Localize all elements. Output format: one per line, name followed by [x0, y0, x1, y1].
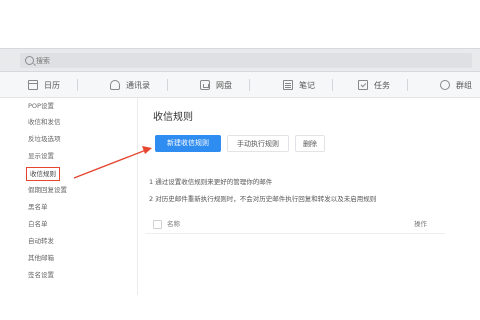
app-label: 群组 — [456, 80, 472, 90]
netdisk-icon — [200, 80, 210, 90]
tasks-icon — [358, 80, 368, 90]
search-box[interactable] — [20, 53, 472, 68]
app-label: 笔记 — [299, 80, 315, 90]
divider — [407, 79, 408, 91]
search-icon — [25, 56, 34, 65]
rules-table-header: 名称 操作 — [145, 215, 445, 234]
sidebar-item-whitelist[interactable]: 白名单 — [28, 218, 48, 230]
app-label: 任务 — [374, 80, 390, 90]
divider — [167, 79, 168, 91]
new-rule-button[interactable]: 新建收信规则 — [155, 135, 221, 152]
sidebar-item-antispam[interactable]: 反垃圾选项 — [28, 133, 61, 145]
divider — [77, 79, 78, 91]
window-top-area — [0, 0, 480, 48]
info-note-2: 2 对历史邮件重新执行规则时，不会对历史邮件执行回复和转发以及未启用规则 — [149, 195, 377, 203]
group-icon — [440, 80, 450, 90]
sidebar-divider — [137, 98, 138, 320]
app-contacts[interactable]: 通讯录 — [110, 72, 168, 98]
app-bar: 日历 通讯录 网盘 笔记 任务 群组 — [0, 72, 480, 98]
sidebar-item-signature[interactable]: 签名设置 — [28, 269, 54, 281]
app-calendar[interactable]: 日历 — [28, 72, 78, 98]
sidebar-item-send-receive[interactable]: 收信和发信 — [28, 116, 61, 128]
main-panel: 收信规则 新建收信规则 手动执行规则 删除 1 通过设置收信规则来更好的管理你的… — [145, 98, 480, 320]
info-note-1: 1 通过设置收信规则来更好的管理你的邮件 — [149, 178, 273, 186]
sidebar-item-auto-forward[interactable]: 自动转发 — [28, 235, 54, 247]
notes-icon — [283, 80, 293, 90]
divider — [249, 79, 250, 91]
sidebar-item-receive-rules[interactable]: 收信规则 — [26, 167, 60, 181]
sidebar-item-vacation-reply[interactable]: 假期回复设置 — [28, 184, 67, 196]
app-group[interactable]: 群组 — [440, 72, 472, 98]
app-tasks[interactable]: 任务 — [358, 72, 408, 98]
sidebar-item-pop[interactable]: POP设置 — [28, 100, 54, 112]
app-label: 日历 — [44, 80, 60, 90]
divider — [332, 79, 333, 91]
page-title: 收信规则 — [153, 112, 193, 123]
sidebar-item-display[interactable]: 显示设置 — [28, 150, 54, 162]
calendar-icon — [28, 80, 38, 90]
delete-button[interactable]: 删除 — [295, 135, 325, 152]
app-netdisk[interactable]: 网盘 — [200, 72, 250, 98]
select-all-checkbox[interactable] — [153, 220, 162, 229]
bottom-blank — [0, 295, 480, 320]
settings-sidebar: POP设置 收信和发信 反垃圾选项 显示设置 收信规则 假期回复设置 黑名单 白… — [0, 98, 140, 320]
search-bar — [0, 48, 480, 72]
app-notes[interactable]: 笔记 — [283, 72, 333, 98]
search-input[interactable] — [36, 53, 236, 68]
contacts-icon — [110, 80, 120, 90]
app-label: 通讯录 — [126, 80, 150, 90]
app-label: 网盘 — [216, 80, 232, 90]
sidebar-item-other-mailbox[interactable]: 其他邮箱 — [28, 252, 54, 264]
column-header-actions: 操作 — [414, 220, 427, 228]
column-header-name: 名称 — [167, 220, 180, 228]
sidebar-item-blacklist[interactable]: 黑名单 — [28, 201, 48, 213]
run-rules-button[interactable]: 手动执行规则 — [227, 135, 289, 152]
